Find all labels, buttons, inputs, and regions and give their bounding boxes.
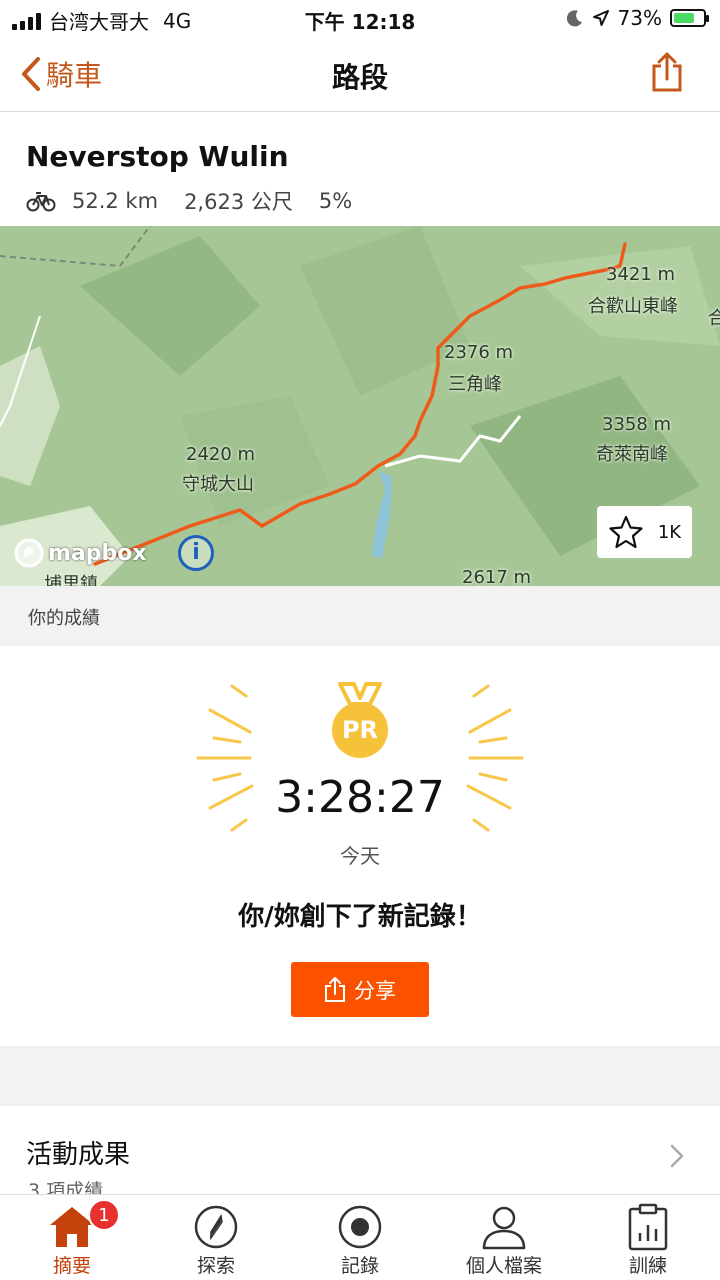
tab-record-label: 記錄 bbox=[340, 1255, 379, 1277]
segment-stats: 52.2 km 2,623 公尺 5% bbox=[26, 186, 378, 216]
peak-elev-shoucheng: 2420 m bbox=[186, 444, 256, 465]
star-segment-button[interactable]: 1K bbox=[597, 506, 692, 558]
bike-icon bbox=[26, 192, 56, 212]
pr-date: 今天 bbox=[340, 844, 380, 868]
peak-elev-hehuan: 3421 m bbox=[606, 264, 676, 285]
battery-percent: 73% bbox=[617, 6, 662, 30]
tab-explore-label: 探索 bbox=[196, 1255, 235, 1277]
achievements-row[interactable]: 活動成果 3 項成績 bbox=[0, 1106, 720, 1202]
tab-profile-label: 個人檔案 bbox=[465, 1255, 542, 1277]
peak-elev-bottom: 2617 m bbox=[462, 567, 532, 586]
peak-name-sanjiao: 三角峰 bbox=[448, 374, 502, 395]
clipboard-chart-icon bbox=[628, 1203, 668, 1251]
nav-bar: 騎車 路段 bbox=[0, 36, 720, 112]
mapbox-logo: mapbox bbox=[14, 538, 147, 568]
tab-bar: 1 摘要 探索 記錄 個人檔案 訓練 bbox=[0, 1194, 720, 1280]
tab-explore[interactable]: 探索 bbox=[144, 1195, 288, 1280]
tab-training-label: 訓練 bbox=[628, 1255, 667, 1277]
pr-time: 3:28:27 bbox=[275, 772, 445, 823]
share-pr-label: 分享 bbox=[354, 978, 396, 1003]
share-button[interactable] bbox=[650, 52, 684, 96]
segment-elevation: 2,623 公尺 bbox=[184, 190, 293, 214]
segment-grade: 5% bbox=[318, 189, 353, 213]
pr-message: 你/妳創下了新記錄！ bbox=[238, 902, 482, 932]
achievements-title: 活動成果 bbox=[26, 1140, 131, 1170]
tab-record[interactable]: 記錄 bbox=[288, 1195, 432, 1280]
map-edge-label: 合 bbox=[708, 308, 720, 329]
battery-icon bbox=[670, 9, 709, 27]
notification-badge: 1 bbox=[88, 1199, 120, 1231]
segment-name: Neverstop Wulin bbox=[26, 140, 289, 173]
peak-elev-sanjiao: 2376 m bbox=[444, 342, 514, 363]
tab-profile[interactable]: 個人檔案 bbox=[432, 1195, 576, 1280]
pr-badge-label: PR bbox=[341, 716, 379, 744]
moon-icon bbox=[566, 10, 582, 27]
star-icon bbox=[609, 515, 643, 549]
mapbox-icon bbox=[14, 538, 44, 568]
mapbox-attribution: mapbox bbox=[48, 540, 147, 566]
section-divider bbox=[0, 1046, 720, 1106]
location-arrow-icon bbox=[592, 10, 609, 26]
status-bar: 台湾大哥大 4G 下午 12:18 73% bbox=[0, 0, 720, 36]
tab-home[interactable]: 1 摘要 bbox=[0, 1195, 144, 1280]
record-icon bbox=[338, 1205, 382, 1249]
share-icon bbox=[652, 52, 682, 92]
town-label: 埔里鎮 bbox=[44, 574, 98, 586]
peak-name-qilai: 奇萊南峰 bbox=[596, 444, 668, 465]
tab-home-label: 摘要 bbox=[52, 1255, 91, 1277]
profile-icon bbox=[482, 1206, 526, 1250]
segment-distance: 52.2 km bbox=[72, 189, 159, 213]
map-info-button[interactable]: i bbox=[178, 535, 214, 571]
tab-training[interactable]: 訓練 bbox=[576, 1195, 720, 1280]
page-title: 路段 bbox=[331, 61, 388, 94]
compass-icon bbox=[194, 1205, 238, 1249]
peak-name-hehuan: 合歡山東峰 bbox=[588, 296, 678, 317]
star-count: 1K bbox=[657, 521, 682, 543]
share-icon bbox=[325, 976, 345, 1002]
peak-name-shoucheng: 守城大山 bbox=[182, 474, 254, 495]
your-result-header: 你的成績 bbox=[0, 586, 720, 646]
share-pr-button[interactable]: 分享 bbox=[291, 962, 429, 1017]
peak-elev-qilai: 3358 m bbox=[602, 414, 672, 435]
chevron-right-icon bbox=[670, 1144, 684, 1168]
